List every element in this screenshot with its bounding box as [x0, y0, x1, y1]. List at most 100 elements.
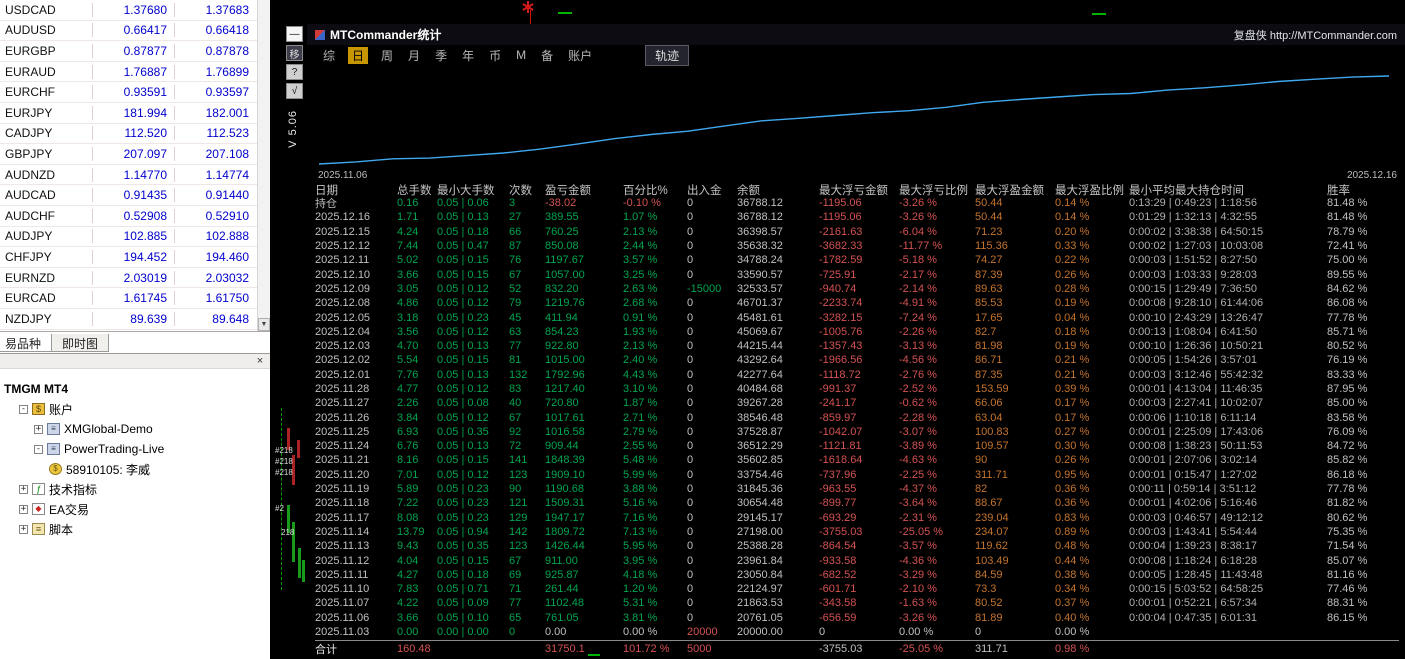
table-row[interactable]: 2025.12.03 4.70 0.05 | 0.13 77 922.80 2.13 % 0…: [315, 339, 1399, 353]
table-row[interactable]: 2025.11.11 4.27 0.05 | 0.18 69 925.87 4.18 % 0…: [315, 568, 1399, 582]
side-button-3[interactable]: ?: [286, 64, 303, 80]
market-watch-row[interactable]: CADJPY 112.520 112.523: [0, 124, 257, 145]
market-watch-row[interactable]: AUDCAD 0.91435 0.91440: [0, 185, 257, 206]
expander-icon[interactable]: +: [19, 504, 28, 514]
menu-item-周[interactable]: 周: [379, 47, 395, 64]
symbol-cell: EURCAD: [5, 291, 56, 306]
side-button-4[interactable]: √: [286, 83, 303, 99]
nav-tree-item[interactable]: TMGM MT4: [0, 379, 270, 399]
nav-tree-item[interactable]: + ƒ 技术指标: [0, 479, 270, 499]
side-button-2[interactable]: 移: [286, 45, 303, 61]
table-row[interactable]: 2025.12.04 3.56 0.05 | 0.12 63 854.23 1.93 % 0…: [315, 325, 1399, 339]
side-button-1[interactable]: —: [286, 26, 303, 42]
table-row[interactable]: 2025.11.06 3.66 0.05 | 0.10 65 761.05 3.81 % 0…: [315, 611, 1399, 625]
market-watch-row[interactable]: EURNZD 2.03019 2.03032: [0, 268, 257, 289]
nav-tree-item[interactable]: + ◆ EA交易: [0, 499, 270, 519]
expander-icon[interactable]: -: [19, 404, 28, 414]
scroll-down-button[interactable]: ▼: [258, 318, 270, 331]
expander-icon[interactable]: -: [34, 444, 43, 454]
market-watch-row[interactable]: EURGBP 0.87877 0.87878: [0, 41, 257, 62]
market-watch-row[interactable]: AUDCHF 0.52908 0.52910: [0, 206, 257, 227]
table-row[interactable]: 2025.11.03 0.00 0.00 | 0.00 0 0.00 0.00 % 2000…: [315, 625, 1399, 639]
table-row[interactable]: 2025.11.12 4.04 0.05 | 0.15 67 911.00 3.95 % 0…: [315, 553, 1399, 567]
table-cell: 0.21 %: [1055, 368, 1090, 381]
menu-item-月[interactable]: 月: [406, 47, 422, 64]
nav-tree-item[interactable]: + ≡ XMGlobal-Demo: [0, 419, 270, 439]
menu-button-track[interactable]: 轨迹: [645, 44, 690, 66]
table-row[interactable]: 2025.12.09 3.05 0.05 | 0.12 52 832.20 2.63 % -…: [315, 282, 1399, 296]
table-row[interactable]: 持仓 0.16 0.05 | 0.06 3 -38.02 -0.10 % 0 36788.12…: [315, 196, 1399, 210]
market-watch-scrollbar[interactable]: ▼: [257, 0, 270, 331]
table-row[interactable]: 2025.11.14 13.79 0.05 | 0.94 142 1809.72 7.13…: [315, 525, 1399, 539]
menu-item-日[interactable]: 日: [348, 46, 369, 64]
market-watch-row[interactable]: EURCAD 1.61745 1.61750: [0, 288, 257, 309]
table-cell: 0: [687, 383, 694, 395]
market-watch-row[interactable]: AUDNZD 1.14770 1.14774: [0, 165, 257, 186]
table-row[interactable]: 2025.11.13 9.43 0.05 | 0.35 123 1426.44 5.95 …: [315, 539, 1399, 553]
table-cell: 45: [509, 311, 522, 324]
menu-item-币[interactable]: 币: [487, 47, 503, 64]
menu-item-账户[interactable]: 账户: [566, 47, 594, 64]
tab-symbols[interactable]: 易品种: [0, 334, 53, 352]
market-watch-row[interactable]: AUDJPY 102.885 102.888: [0, 227, 257, 248]
table-cell: 0.00 %: [1055, 626, 1090, 639]
table-cell: 8.16: [397, 454, 419, 467]
nav-tree-item[interactable]: + ≡ 脚本: [0, 519, 270, 539]
table-row[interactable]: 2025.11.17 8.08 0.05 | 0.23 129 1947.17 7.16 …: [315, 511, 1399, 525]
table-row[interactable]: 2025.12.12 7.44 0.05 | 0.47 87 850.08 2.44 % 0…: [315, 239, 1399, 253]
table-cell: -4.63 %: [899, 454, 937, 467]
market-watch-row[interactable]: EURAUD 1.76887 1.76899: [0, 62, 257, 83]
market-watch-row[interactable]: AUDUSD 0.66417 0.66418: [0, 21, 257, 42]
table-cell: 0:00:04 | 1:39:23 | 8:38:17: [1129, 540, 1258, 553]
table-cell: 239.04: [975, 511, 1009, 524]
table-cell: 0:00:05 | 1:28:45 | 11:43:48: [1129, 568, 1263, 581]
navigator-header[interactable]: ×: [0, 354, 270, 369]
menu-item-综[interactable]: 综: [321, 47, 337, 64]
table-row[interactable]: 2025.11.10 7.83 0.05 | 0.71 71 261.44 1.20 % 0…: [315, 582, 1399, 596]
table-row[interactable]: 2025.11.18 7.22 0.05 | 0.23 121 1509.31 5.16 …: [315, 496, 1399, 510]
table-row[interactable]: 2025.11.27 2.26 0.05 | 0.08 40 720.80 1.87 % 0…: [315, 396, 1399, 410]
brand-link[interactable]: 复盘侠 http://MTCommander.com: [1234, 27, 1397, 43]
table-row[interactable]: 2025.12.08 4.86 0.05 | 0.12 79 1219.76 2.68 %…: [315, 296, 1399, 310]
menu-item-季[interactable]: 季: [433, 47, 449, 64]
table-cell: 0.00: [397, 626, 419, 639]
table-row[interactable]: 2025.12.15 4.24 0.05 | 0.18 66 760.25 2.13 % 0…: [315, 225, 1399, 239]
nav-tree-item[interactable]: $58910105: 李威: [0, 459, 270, 479]
market-watch-row[interactable]: EURCHF 0.93591 0.93597: [0, 82, 257, 103]
table-cell: -963.55: [819, 483, 857, 496]
table-row[interactable]: 2025.11.19 5.89 0.05 | 0.23 90 1190.68 3.88 %…: [315, 482, 1399, 496]
table-row[interactable]: 2025.12.01 7.76 0.05 | 0.13 132 1792.96 4.43 …: [315, 368, 1399, 382]
table-row[interactable]: 2025.12.05 3.18 0.05 | 0.23 45 411.94 0.91 % 0…: [315, 310, 1399, 324]
market-watch-row[interactable]: CHFJPY 194.452 194.460: [0, 247, 257, 268]
expander-icon[interactable]: +: [19, 484, 28, 494]
titlebar[interactable]: MTCommander统计 复盘侠 http://MTCommander.com: [307, 24, 1405, 45]
table-row[interactable]: 2025.11.26 3.84 0.05 | 0.12 67 1017.61 2.71 %…: [315, 410, 1399, 424]
menu-item-年[interactable]: 年: [460, 47, 476, 64]
expander-icon[interactable]: +: [34, 424, 43, 434]
tab-tick-chart[interactable]: 即时图: [51, 334, 110, 352]
table-row[interactable]: 2025.11.25 6.93 0.05 | 0.35 92 1016.58 2.79 %…: [315, 425, 1399, 439]
market-watch-row[interactable]: GBPJPY 207.097 207.108: [0, 144, 257, 165]
table-cell: 109.57: [975, 440, 1009, 453]
close-icon[interactable]: ×: [254, 354, 266, 368]
nav-tree-item[interactable]: - $ 账户: [0, 399, 270, 419]
market-watch-row[interactable]: NZDJPY 89.639 89.648: [0, 309, 257, 330]
table-cell: 1509.31: [545, 497, 585, 510]
table-row[interactable]: 2025.12.10 3.66 0.05 | 0.15 67 1057.00 3.25 %…: [315, 267, 1399, 281]
table-row[interactable]: 2025.12.11 5.02 0.05 | 0.15 76 1197.67 3.57 %…: [315, 253, 1399, 267]
market-watch-row[interactable]: USDCAD 1.37680 1.37683: [0, 0, 257, 21]
market-watch-row[interactable]: EURJPY 181.994 182.001: [0, 103, 257, 124]
table-cell: -693.29: [819, 511, 857, 524]
table-cell: 0:00:01 | 4:13:04 | 11:46:35: [1129, 383, 1263, 395]
table-row[interactable]: 2025.12.16 1.71 0.05 | 0.13 27 389.55 1.07 % 0…: [315, 210, 1399, 224]
nav-tree-item[interactable]: - ≡ PowerTrading-Live: [0, 439, 270, 459]
menu-item-备[interactable]: 备: [539, 47, 555, 64]
table-row[interactable]: 2025.11.20 7.01 0.05 | 0.12 123 1909.10 5.99 …: [315, 468, 1399, 482]
table-row[interactable]: 2025.11.24 6.76 0.05 | 0.13 72 909.44 2.55 % 0…: [315, 439, 1399, 453]
table-row[interactable]: 2025.11.21 8.16 0.05 | 0.15 141 1848.39 5.48 …: [315, 453, 1399, 467]
table-row[interactable]: 2025.11.07 4.22 0.05 | 0.09 77 1102.48 5.31 %…: [315, 596, 1399, 610]
table-row[interactable]: 2025.12.02 5.54 0.05 | 0.15 81 1015.00 2.40 %…: [315, 353, 1399, 367]
menu-item-M[interactable]: M: [514, 48, 528, 62]
expander-icon[interactable]: +: [19, 524, 28, 534]
table-row[interactable]: 2025.11.28 4.77 0.05 | 0.12 83 1217.40 3.10 %…: [315, 382, 1399, 396]
